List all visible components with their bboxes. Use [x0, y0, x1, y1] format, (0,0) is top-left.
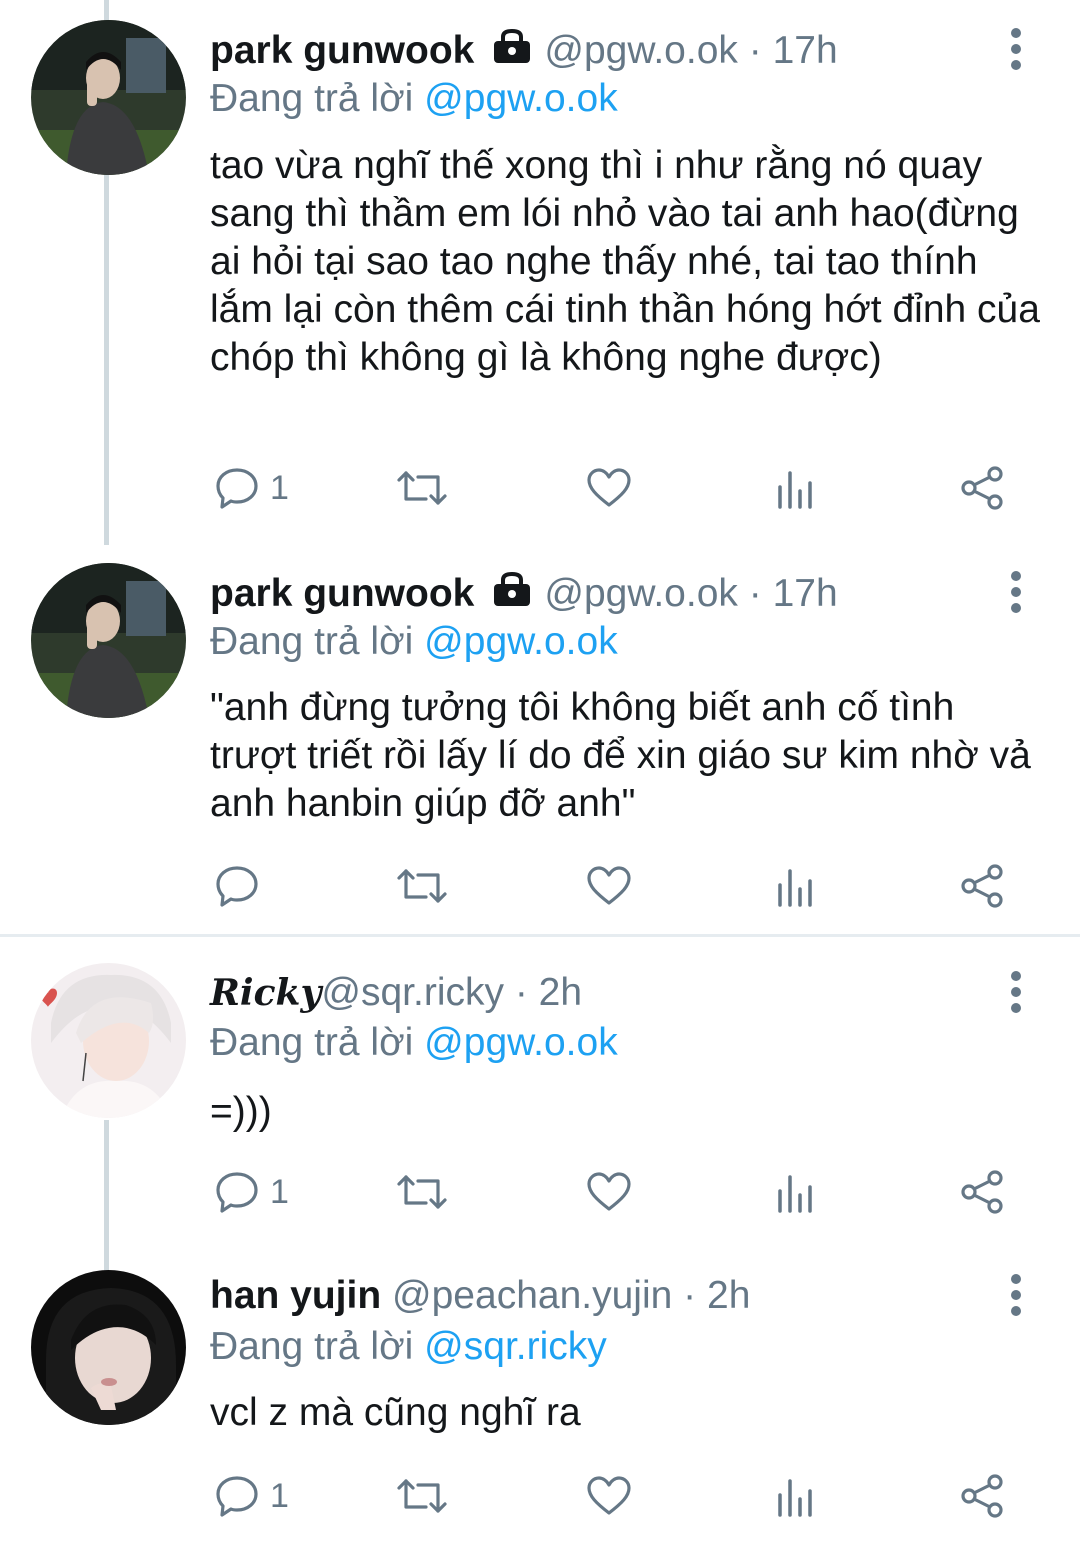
display-name[interactable]: han yujin	[210, 1274, 381, 1317]
heart-icon	[586, 1473, 632, 1519]
heart-icon	[586, 1169, 632, 1215]
separator: ·	[514, 971, 528, 1014]
user-handle[interactable]: @peachan.yujin	[392, 1274, 672, 1317]
action-bar: 1	[200, 460, 1040, 516]
timestamp[interactable]: 2h	[707, 1274, 750, 1317]
avatar[interactable]	[31, 963, 186, 1118]
retweet-icon	[396, 1169, 448, 1215]
share-icon	[960, 465, 1006, 511]
analytics-button[interactable]	[776, 460, 816, 516]
share-button[interactable]	[960, 1164, 1006, 1220]
analytics-button[interactable]	[776, 1164, 816, 1220]
action-bar	[200, 858, 1040, 914]
replying-to: Đang trả lời @pgw.o.ok	[210, 617, 618, 667]
retweet-button[interactable]	[396, 1468, 448, 1524]
heart-icon	[586, 863, 632, 909]
replying-to: Đang trả lời @pgw.o.ok	[210, 1018, 618, 1068]
more-vertical-icon[interactable]	[1003, 970, 1029, 1014]
timestamp[interactable]: 17h	[773, 572, 838, 615]
user-handle[interactable]: @pgw.o.ok	[544, 572, 738, 615]
analytics-icon	[776, 863, 816, 909]
separator: ·	[748, 29, 762, 72]
separator: ·	[683, 1274, 697, 1317]
action-bar: 1	[200, 1468, 1040, 1524]
mention-link[interactable]: @pgw.o.ok	[424, 620, 618, 663]
like-button[interactable]	[586, 460, 632, 516]
display-name[interactable]: park gunwook	[210, 29, 474, 72]
tweet-header: park gunwook @pgw.o.ok · 17h	[210, 26, 990, 76]
reply-button[interactable]: 1	[214, 460, 289, 516]
like-button[interactable]	[586, 1468, 632, 1524]
share-button[interactable]	[960, 460, 1006, 516]
reply-icon	[214, 863, 260, 909]
replying-to: Đang trả lời @sqr.ricky	[210, 1322, 607, 1372]
share-icon	[960, 863, 1006, 909]
analytics-icon	[776, 1169, 816, 1215]
user-handle[interactable]: @pgw.o.ok	[544, 29, 738, 72]
reply-count: 1	[270, 468, 289, 507]
tweet-header: Ricky@sqr.ricky · 2h	[210, 968, 990, 1018]
reply-button[interactable]	[214, 858, 270, 914]
retweet-button[interactable]	[396, 858, 448, 914]
tweet-text: vcl z mà cũng nghĩ ra	[210, 1391, 581, 1434]
like-button[interactable]	[586, 858, 632, 914]
replying-prefix: Đang trả lời	[210, 1021, 414, 1064]
like-button[interactable]	[586, 1164, 632, 1220]
action-bar: 1	[200, 1164, 1040, 1220]
avatar[interactable]	[31, 1270, 186, 1425]
tweet-text: tao vừa nghĩ thế xong thì i như rằng nó …	[210, 144, 1040, 379]
retweet-icon	[396, 863, 448, 909]
display-name[interactable]: park gunwook	[210, 572, 474, 615]
separator: ·	[748, 572, 762, 615]
share-button[interactable]	[960, 858, 1006, 914]
replying-prefix: Đang trả lời	[210, 620, 414, 663]
replying-prefix: Đang trả lời	[210, 77, 414, 120]
tweet-header: park gunwook @pgw.o.ok · 17h	[210, 569, 990, 619]
analytics-button[interactable]	[776, 858, 816, 914]
reply-icon	[214, 1473, 260, 1519]
user-handle[interactable]: @sqr.ricky	[321, 971, 504, 1014]
retweet-button[interactable]	[396, 1164, 448, 1220]
more-vertical-icon[interactable]	[1003, 570, 1029, 614]
lock-icon	[492, 571, 532, 621]
timestamp[interactable]: 17h	[773, 29, 838, 72]
tweet-text: "anh đừng tưởng tôi không biết anh cố tì…	[210, 686, 1031, 825]
reply-button[interactable]: 1	[214, 1468, 289, 1524]
reply-count: 1	[270, 1172, 289, 1211]
retweet-icon	[396, 1473, 448, 1519]
reply-icon	[214, 465, 260, 511]
tweet-text: =)))	[210, 1090, 272, 1133]
share-icon	[960, 1169, 1006, 1215]
share-button[interactable]	[960, 1468, 1006, 1524]
more-vertical-icon[interactable]	[1003, 1273, 1029, 1317]
mention-link[interactable]: @pgw.o.ok	[424, 1021, 618, 1064]
avatar[interactable]	[31, 563, 186, 718]
lock-icon	[492, 28, 532, 78]
display-name[interactable]: Ricky	[210, 972, 321, 1014]
share-icon	[960, 1473, 1006, 1519]
analytics-icon	[776, 465, 816, 511]
retweet-icon	[396, 465, 448, 511]
reply-button[interactable]: 1	[214, 1164, 289, 1220]
reply-count: 1	[270, 1476, 289, 1515]
replying-to: Đang trả lời @pgw.o.ok	[210, 74, 618, 124]
timestamp[interactable]: 2h	[539, 971, 582, 1014]
tweet-header: han yujin @peachan.yujin · 2h	[210, 1271, 990, 1321]
replying-prefix: Đang trả lời	[210, 1325, 414, 1368]
mention-link[interactable]: @sqr.ricky	[424, 1325, 607, 1368]
avatar[interactable]	[31, 20, 186, 175]
heart-icon	[586, 465, 632, 511]
analytics-button[interactable]	[776, 1468, 816, 1524]
tweet-divider	[0, 934, 1080, 937]
reply-icon	[214, 1169, 260, 1215]
retweet-button[interactable]	[396, 460, 448, 516]
analytics-icon	[776, 1473, 816, 1519]
thread-line	[104, 1120, 109, 1272]
more-vertical-icon[interactable]	[1003, 27, 1029, 71]
mention-link[interactable]: @pgw.o.ok	[424, 77, 618, 120]
